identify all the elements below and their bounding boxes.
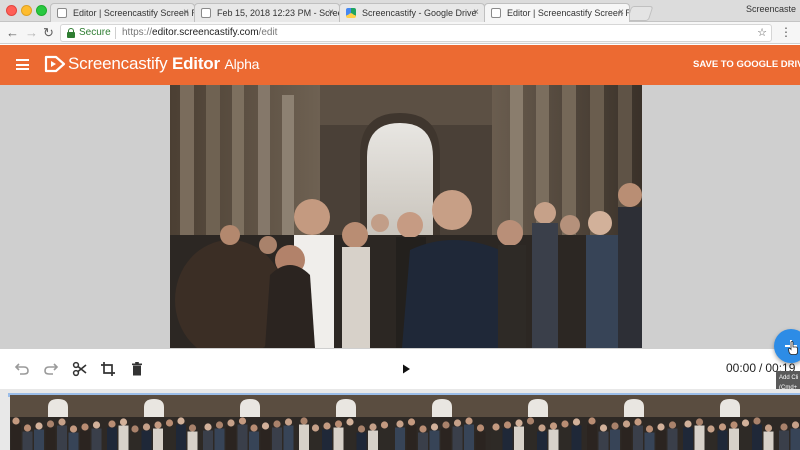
- save-to-drive-button[interactable]: SAVE TO GOOGLE DRIVE: [693, 59, 800, 70]
- bookmark-star-icon[interactable]: ☆: [757, 25, 767, 41]
- browser-tab-strip: Editor | Screencastify Screen R × Feb 15…: [0, 0, 800, 22]
- browser-tab-editor-1[interactable]: Editor | Screencastify Screen R ×: [50, 3, 195, 22]
- profile-label[interactable]: Screencaste: [746, 4, 796, 14]
- timeline-thumbnail: [394, 395, 490, 450]
- back-arrow-icon[interactable]: ←: [6, 25, 19, 41]
- video-preview[interactable]: [170, 85, 642, 348]
- browser-tab-recording[interactable]: Feb 15, 2018 12:23 PM - Screen ×: [194, 3, 340, 22]
- time-separator: /: [759, 361, 763, 375]
- page-icon: [57, 8, 67, 18]
- timeline-thumbnail: [778, 395, 800, 450]
- preview-stage: [0, 85, 800, 349]
- brand-stage: Alpha: [224, 56, 260, 72]
- tooltip-line-1: Add Cli: [779, 375, 799, 381]
- brand-name-light: Screencastify: [68, 54, 168, 73]
- new-tab-button[interactable]: [626, 6, 654, 21]
- timeline-thumbnail: [10, 395, 106, 450]
- browser-menu-icon[interactable]: ⋮: [780, 25, 792, 39]
- brand-name: Screencastify Editor Alpha: [68, 54, 259, 74]
- window-zoom-button[interactable]: [36, 5, 47, 16]
- lock-icon: [67, 28, 75, 38]
- play-icon[interactable]: [398, 361, 414, 377]
- redo-icon[interactable]: [43, 361, 59, 377]
- timeline-thumbnail: [298, 395, 394, 450]
- url-field[interactable]: Secure https://editor.screencastify.com/…: [60, 24, 772, 42]
- timeline-thumbnail: [106, 395, 202, 450]
- url-path: /edit: [258, 27, 278, 38]
- url-text[interactable]: https://editor.screencastify.com/edit: [122, 25, 277, 41]
- timeline: [0, 389, 800, 450]
- address-bar: ← → ↻ Secure https://editor.screencastif…: [0, 22, 800, 44]
- page-icon: [491, 8, 501, 18]
- tab-title: Feb 15, 2018 12:23 PM - Screen: [217, 8, 340, 18]
- trash-icon[interactable]: [129, 361, 145, 377]
- undo-icon[interactable]: [14, 361, 30, 377]
- forward-arrow-icon[interactable]: →: [25, 25, 38, 41]
- url-host: editor.screencastify.com: [152, 27, 259, 38]
- timeline-thumbnail: [202, 395, 298, 450]
- window-minimize-button[interactable]: [21, 5, 32, 16]
- tab-title: Editor | Screencastify Screen R: [507, 8, 630, 18]
- google-drive-icon: [346, 8, 356, 18]
- crop-icon[interactable]: [100, 361, 116, 377]
- page-icon: [201, 8, 211, 18]
- browser-tab-google-drive[interactable]: Screencastify - Google Drive ×: [339, 3, 485, 22]
- scissors-icon[interactable]: [72, 361, 88, 377]
- tab-close-icon[interactable]: ×: [618, 4, 624, 22]
- timeline-thumbnail: [682, 395, 778, 450]
- window-close-button[interactable]: [6, 5, 17, 16]
- brand-name-bold: Editor: [171, 54, 220, 73]
- timeline-thumbnail: [490, 395, 586, 450]
- tab-close-icon[interactable]: ×: [183, 4, 189, 22]
- reload-icon[interactable]: ↻: [43, 25, 54, 41]
- screencastify-logo-icon: [44, 55, 66, 73]
- current-time: 00:00: [726, 361, 757, 375]
- hand-cursor-icon: [788, 341, 798, 355]
- url-scheme: https://: [122, 27, 153, 38]
- secure-label: Secure: [79, 27, 111, 38]
- tab-close-icon[interactable]: ×: [328, 4, 334, 22]
- browser-tab-editor-active[interactable]: Editor | Screencastify Screen R ×: [484, 3, 630, 22]
- clip-track[interactable]: [10, 395, 800, 450]
- timeline-thumbnail: [586, 395, 682, 450]
- thumbnail-strip: [10, 395, 800, 450]
- tab-title: Screencastify - Google Drive: [362, 8, 477, 18]
- url-divider: [115, 27, 116, 39]
- hamburger-menu-icon[interactable]: [16, 59, 29, 70]
- editor-controls: 00:00/00:19: [0, 349, 800, 389]
- overflow-menu-icon[interactable]: ⋮: [795, 55, 800, 69]
- tab-close-icon[interactable]: ×: [473, 4, 479, 22]
- app-header: Screencastify Editor Alpha SAVE TO GOOGL…: [0, 45, 800, 85]
- tab-title: Editor | Screencastify Screen R: [73, 8, 195, 18]
